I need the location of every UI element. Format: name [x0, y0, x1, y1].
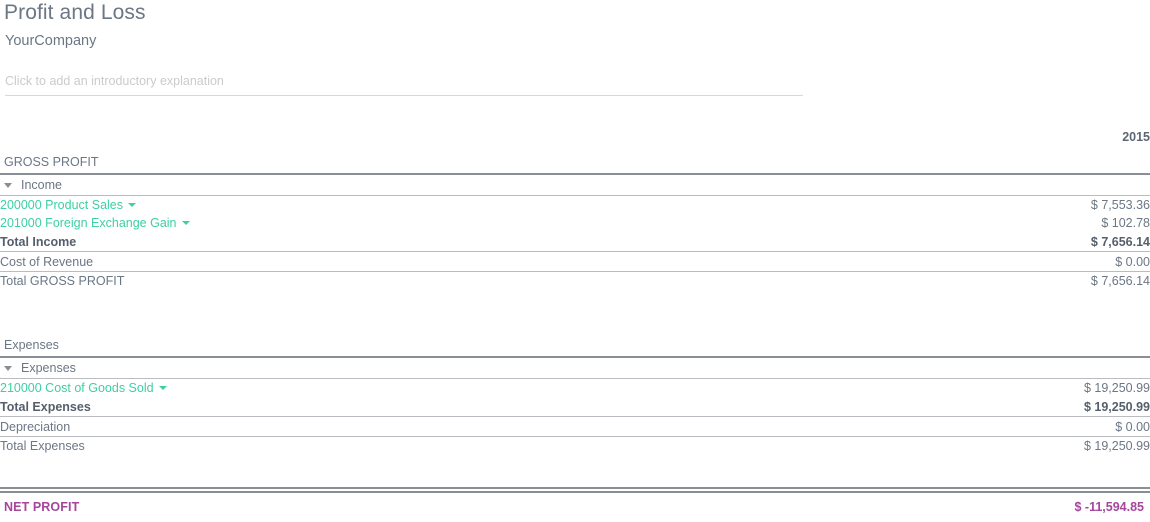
subtotal-value-total-expenses: $ 19,250.99 — [1000, 397, 1150, 417]
group-row-expenses[interactable]: Expenses — [0, 357, 1150, 379]
line-value-depreciation: $ 0.00 — [1000, 416, 1150, 437]
subtotal-label-total-expenses: Total Expenses — [0, 397, 1000, 417]
section-header-expenses: Expenses — [0, 334, 1150, 358]
section-header-value-gross-profit — [1000, 151, 1150, 175]
chevron-down-icon-200000[interactable] — [128, 202, 137, 207]
group-label-expenses: Expenses — [21, 361, 76, 375]
page-title: Profit and Loss — [4, 1, 146, 24]
account-value-201000-foreign-exchange-gain: $ 102.78 — [1101, 216, 1150, 230]
group-value-income — [1000, 174, 1150, 196]
period-column-header: 2015 — [1122, 130, 1150, 144]
total-label-gross-profit: Total GROSS PROFIT — [0, 274, 125, 288]
account-row[interactable]: 210000 Cost of Goods Sold $ 19,250.99 — [0, 379, 1150, 398]
line-row-depreciation: Depreciation $ 0.00 — [0, 416, 1150, 437]
line-label-cost-of-revenue: Cost of Revenue — [0, 251, 1000, 272]
section-title-gross-profit: GROSS PROFIT — [0, 151, 1000, 175]
profit-and-loss-report: Profit and Loss YourCompany Click to add… — [0, 0, 1150, 522]
total-label-expenses: Total Expenses — [0, 439, 85, 453]
introductory-explanation-field[interactable]: Click to add an introductory explanation — [5, 74, 803, 96]
account-link-200000-product-sales[interactable]: 200000 Product Sales — [0, 198, 123, 212]
net-profit-row: NET PROFIT $ -11,594.85 — [0, 493, 1150, 514]
group-row-income[interactable]: Income — [0, 174, 1150, 196]
report-table: 2015 GROSS PROFIT Income 200000 Product … — [0, 126, 1150, 455]
chevron-down-icon-income[interactable] — [4, 182, 12, 188]
subtotal-row-total-expenses: Total Expenses $ 19,250.99 — [0, 397, 1150, 417]
chevron-down-icon-201000[interactable] — [181, 220, 190, 225]
total-row-expenses: Total Expenses $ 19,250.99 — [0, 437, 1150, 456]
net-profit-section: NET PROFIT $ -11,594.85 — [0, 487, 1150, 514]
net-profit-label: NET PROFIT — [4, 500, 80, 514]
section-header-gross-profit: GROSS PROFIT — [0, 151, 1150, 175]
account-row[interactable]: 201000 Foreign Exchange Gain $ 102.78 — [0, 214, 1150, 232]
account-link-201000-foreign-exchange-gain[interactable]: 201000 Foreign Exchange Gain — [0, 216, 177, 230]
net-profit-value: $ -11,594.85 — [1074, 500, 1144, 514]
chevron-down-icon-expenses[interactable] — [4, 365, 12, 371]
total-value-expenses: $ 19,250.99 — [1083, 439, 1150, 453]
chevron-down-icon-210000[interactable] — [158, 385, 167, 390]
total-value-gross-profit: $ 7,656.14 — [1090, 274, 1150, 288]
header-spacer-cell — [0, 126, 1000, 151]
total-row-gross-profit: Total GROSS PROFIT $ 7,656.14 — [0, 272, 1150, 291]
subtotal-value-total-income: $ 7,656.14 — [1000, 232, 1150, 252]
column-header-row: 2015 — [0, 126, 1150, 151]
group-value-expenses — [1000, 357, 1150, 379]
subtotal-label-total-income: Total Income — [0, 232, 1000, 252]
account-link-210000-cost-of-goods-sold[interactable]: 210000 Cost of Goods Sold — [0, 381, 154, 395]
account-value-200000-product-sales: $ 7,553.36 — [1090, 198, 1150, 212]
introductory-explanation-placeholder: Click to add an introductory explanation — [5, 74, 224, 88]
line-row-cost-of-revenue: Cost of Revenue $ 0.00 — [0, 251, 1150, 272]
subtotal-row-total-income: Total Income $ 7,656.14 — [0, 232, 1150, 252]
account-value-210000-cost-of-goods-sold: $ 19,250.99 — [1083, 381, 1150, 395]
section-spacer — [0, 290, 1150, 334]
section-title-expenses: Expenses — [0, 334, 1000, 358]
account-row[interactable]: 200000 Product Sales $ 7,553.36 — [0, 196, 1150, 215]
company-name: YourCompany — [5, 33, 97, 49]
line-label-depreciation: Depreciation — [0, 416, 1000, 437]
line-value-cost-of-revenue: $ 0.00 — [1000, 251, 1150, 272]
group-label-income: Income — [21, 178, 62, 192]
section-header-value-expenses — [1000, 334, 1150, 358]
